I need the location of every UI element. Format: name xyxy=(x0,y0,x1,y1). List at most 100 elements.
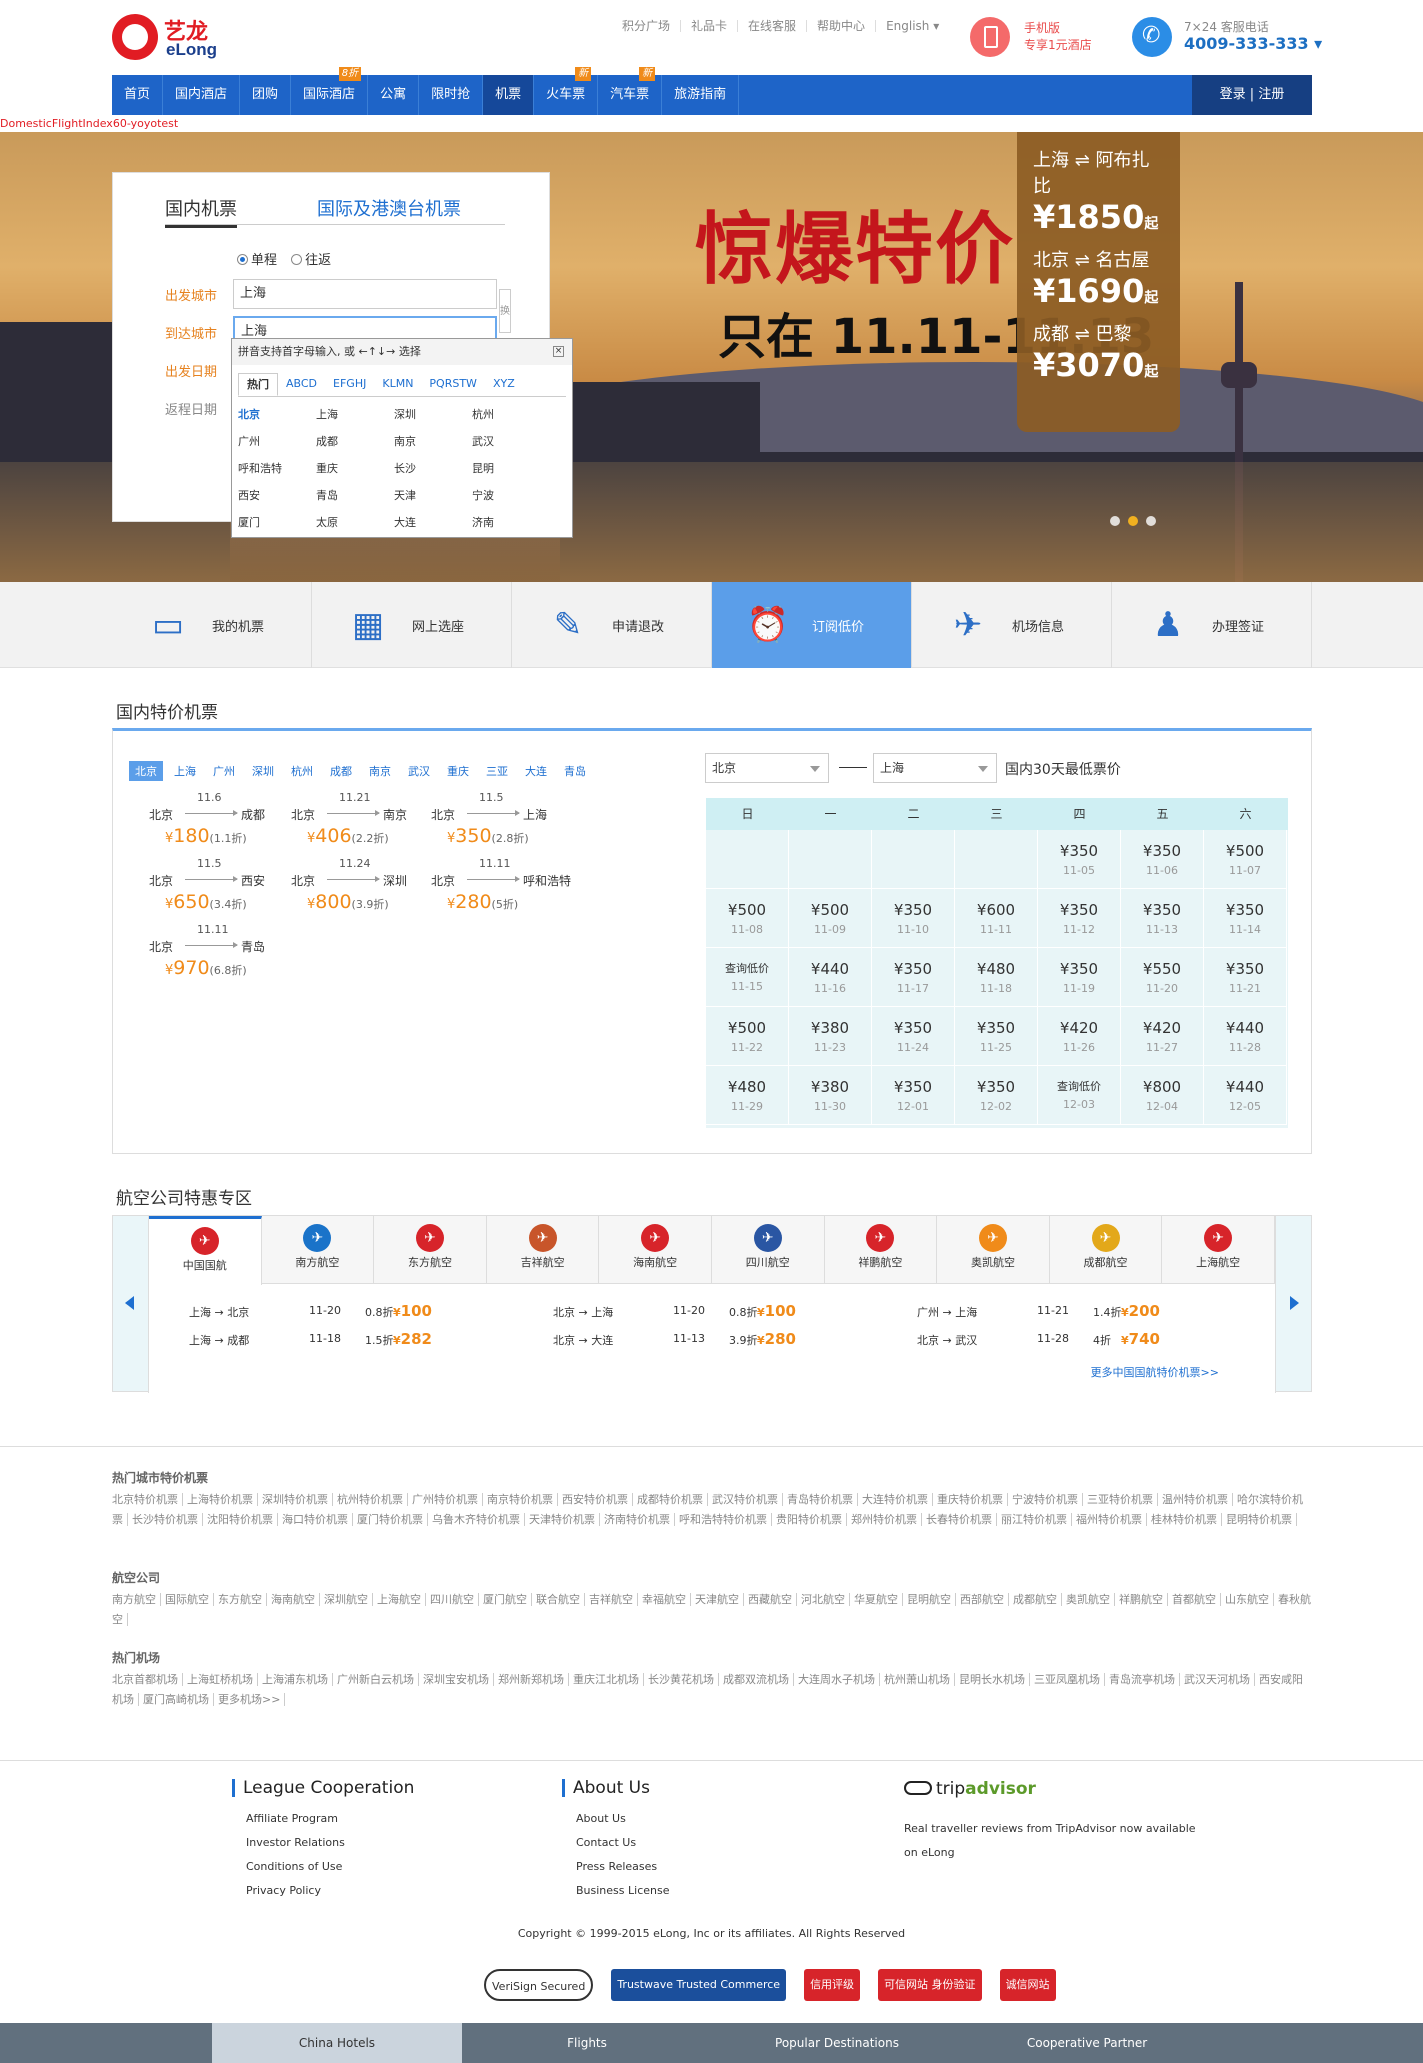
nav-item-train[interactable]: 火车票新 xyxy=(534,67,599,115)
from-city-input[interactable]: 上海 xyxy=(233,279,497,309)
seo-link[interactable]: 上海虹桥机场 xyxy=(187,1673,258,1686)
banner-dot[interactable] xyxy=(1110,516,1120,526)
seo-link[interactable]: 昆明长水机场 xyxy=(959,1673,1030,1686)
deal-city-tab[interactable]: 北京 xyxy=(129,761,163,781)
nav-item-flights[interactable]: 机票 xyxy=(483,75,535,115)
seo-link[interactable]: 厦门航空 xyxy=(483,1593,532,1606)
deal-city-tab[interactable]: 深圳 xyxy=(246,761,280,781)
citytab-hot[interactable]: 热门 xyxy=(238,373,278,396)
calendar-day[interactable]: ¥500 11-09 xyxy=(789,889,872,948)
seo-link[interactable]: 郑州特价机票 xyxy=(851,1513,922,1526)
city-option[interactable]: 青岛 xyxy=(316,482,394,509)
seo-link[interactable]: 南京特价机票 xyxy=(487,1493,558,1506)
calendar-day[interactable]: ¥350 11-14 xyxy=(1204,889,1287,948)
city-option[interactable]: 杭州 xyxy=(472,401,550,428)
seo-link[interactable]: 武汉特价机票 xyxy=(712,1493,783,1506)
calendar-day[interactable]: ¥380 11-23 xyxy=(789,1007,872,1066)
calendar-day[interactable]: ¥350 11-21 xyxy=(1204,948,1287,1007)
calendar-day[interactable]: ¥420 11-26 xyxy=(1038,1007,1121,1066)
airline-flight-row[interactable]: 上海 → 北京 11-20 0.8折 ¥100 xyxy=(189,1302,469,1324)
seo-link[interactable]: 广州特价机票 xyxy=(412,1493,483,1506)
toplink-giftcard[interactable]: 礼品卡 xyxy=(681,20,739,32)
citytab-abcd[interactable]: ABCD xyxy=(278,373,325,396)
trusted-site-badge[interactable]: 可信网站 身份验证 xyxy=(878,1969,982,2001)
seo-link[interactable]: 沈阳特价机票 xyxy=(207,1513,278,1526)
func-visa[interactable]: ♟ 办理签证 xyxy=(1112,582,1312,668)
airline-tab[interactable]: ✈ 祥鹏航空 xyxy=(825,1216,938,1284)
calendar-day[interactable]: ¥350 11-13 xyxy=(1121,889,1204,948)
calendar-day[interactable]: ¥440 11-16 xyxy=(789,948,872,1007)
seo-link[interactable]: 杭州萧山机场 xyxy=(884,1673,955,1686)
mobile-promo[interactable]: 手机版 专享1元酒店 xyxy=(970,15,1100,57)
calendar-day[interactable]: ¥500 11-22 xyxy=(706,1007,789,1066)
seo-link[interactable]: 上海特价机票 xyxy=(187,1493,258,1506)
deal-city-tab[interactable]: 三亚 xyxy=(480,761,514,781)
calendar-day[interactable]: 查询低价 11-15 xyxy=(706,948,789,1007)
radio-oneway[interactable]: 单程 xyxy=(237,253,277,268)
func-airport-info[interactable]: ✈ 机场信息 xyxy=(912,582,1112,668)
seo-link[interactable]: 成都航空 xyxy=(1013,1593,1062,1606)
seo-link[interactable]: 长沙特价机票 xyxy=(132,1513,203,1526)
airline-tab[interactable]: ✈ 中国国航 xyxy=(149,1216,262,1285)
calendar-day[interactable]: ¥350 11-12 xyxy=(1038,889,1121,948)
seo-link[interactable]: 宁波特价机票 xyxy=(1012,1493,1083,1506)
city-option[interactable]: 昆明 xyxy=(472,455,550,482)
seo-link[interactable]: 北京首都机场 xyxy=(112,1673,183,1686)
banner-dot[interactable] xyxy=(1146,516,1156,526)
deal-city-tab[interactable]: 重庆 xyxy=(441,761,475,781)
verisign-badge[interactable]: VeriSign Secured xyxy=(484,1969,594,2001)
seo-link[interactable]: 重庆特价机票 xyxy=(937,1493,1008,1506)
city-option[interactable]: 长沙 xyxy=(394,455,472,482)
footer-link[interactable]: Contact Us xyxy=(562,1831,862,1855)
nav-item-apartment[interactable]: 公寓 xyxy=(368,75,420,115)
bottom-tab-partners[interactable]: Cooperative Partner xyxy=(962,2023,1212,2063)
airline-tab[interactable]: ✈ 吉祥航空 xyxy=(487,1216,600,1284)
calendar-day[interactable]: ¥350 11-19 xyxy=(1038,948,1121,1007)
close-icon[interactable]: × xyxy=(553,346,564,357)
seo-link[interactable]: 福州特价机票 xyxy=(1076,1513,1147,1526)
seo-link[interactable]: 贵阳特价机票 xyxy=(776,1513,847,1526)
calendar-day[interactable]: ¥380 11-30 xyxy=(789,1066,872,1125)
footer-link[interactable]: About Us xyxy=(562,1807,862,1831)
deal-item[interactable]: 北京 11.11 呼和浩特 ¥280(5折) xyxy=(431,857,601,917)
seo-link[interactable]: 山东航空 xyxy=(1225,1593,1274,1606)
credit-rating-badge[interactable]: 信用评级 xyxy=(804,1969,861,2001)
seo-link[interactable]: 西藏航空 xyxy=(748,1593,797,1606)
seo-link[interactable]: 长春特价机票 xyxy=(926,1513,997,1526)
seo-link[interactable]: 深圳宝安机场 xyxy=(423,1673,494,1686)
toplink-help[interactable]: 帮助中心 xyxy=(807,20,877,32)
more-airline-deals-link[interactable]: 更多中国国航特价机票>> xyxy=(1091,1364,1219,1380)
seo-link[interactable]: 东方航空 xyxy=(218,1593,267,1606)
citytab-xyz[interactable]: XYZ xyxy=(485,373,523,396)
toplink-online-service[interactable]: 在线客服 xyxy=(738,20,808,32)
seo-link[interactable]: 长沙黄花机场 xyxy=(648,1673,719,1686)
calendar-day[interactable]: ¥550 11-20 xyxy=(1121,948,1204,1007)
bottom-tab-china-hotels[interactable]: China Hotels xyxy=(212,2023,462,2063)
seo-link[interactable]: 联合航空 xyxy=(536,1593,585,1606)
city-option[interactable]: 西安 xyxy=(238,482,316,509)
city-option[interactable]: 重庆 xyxy=(316,455,394,482)
elong-logo[interactable]: 艺龙 eLong xyxy=(112,12,232,62)
seo-link[interactable]: 呼和浩特特价机票 xyxy=(679,1513,772,1526)
seo-link[interactable]: 昆明特价机票 xyxy=(1226,1513,1297,1526)
seo-link[interactable]: 重庆江北机场 xyxy=(573,1673,644,1686)
banner-dot-active[interactable] xyxy=(1128,516,1138,526)
seo-link[interactable]: 广州新白云机场 xyxy=(337,1673,419,1686)
seo-link[interactable]: 华夏航空 xyxy=(854,1593,903,1606)
airline-tab[interactable]: ✈ 东方航空 xyxy=(374,1216,487,1284)
deal-city-tab[interactable]: 杭州 xyxy=(285,761,319,781)
seo-link[interactable]: 厦门高崎机场 xyxy=(143,1693,214,1706)
seo-link[interactable]: 奥凯航空 xyxy=(1066,1593,1115,1606)
seo-link[interactable]: 吉祥航空 xyxy=(589,1593,638,1606)
city-option[interactable]: 天津 xyxy=(394,482,472,509)
toplink-points[interactable]: 积分广场 xyxy=(612,20,682,32)
seo-link[interactable]: 南方航空 xyxy=(112,1593,161,1606)
calendar-day[interactable]: ¥800 12-04 xyxy=(1121,1066,1204,1125)
seo-link[interactable]: 北京特价机票 xyxy=(112,1493,183,1506)
seo-link[interactable]: 济南特价机票 xyxy=(604,1513,675,1526)
calendar-day[interactable]: ¥350 12-02 xyxy=(955,1066,1038,1125)
footer-link[interactable]: Affiliate Program xyxy=(232,1807,532,1831)
seo-link[interactable]: 青岛流亭机场 xyxy=(1109,1673,1180,1686)
airline-flight-row[interactable]: 北京 → 大连 11-13 3.9折 ¥280 xyxy=(553,1330,833,1352)
airline-tab[interactable]: ✈ 南方航空 xyxy=(262,1216,375,1284)
